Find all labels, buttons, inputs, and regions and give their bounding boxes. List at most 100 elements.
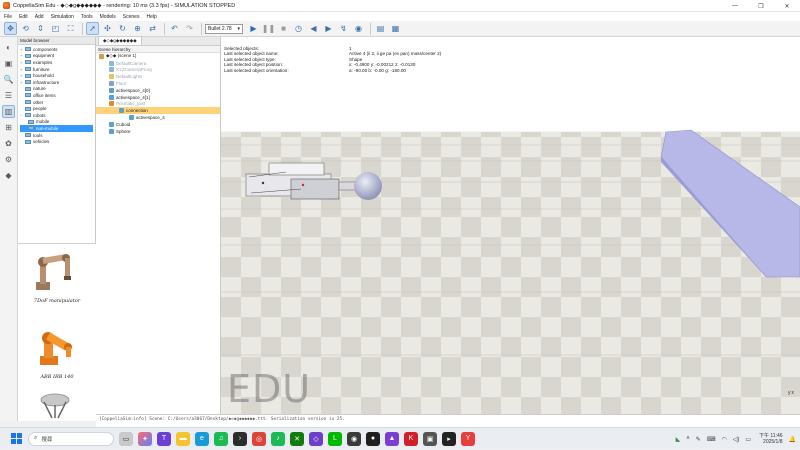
pen-icon[interactable]: ✎ [696, 436, 701, 443]
coppeliasim-taskbar-icon[interactable]: Y [461, 431, 475, 446]
scripts-icon[interactable]: ⚙ [2, 153, 15, 166]
camera-angle-icon[interactable]: ◰ [49, 22, 62, 35]
object-properties-icon[interactable]: ▥ [2, 105, 15, 118]
simulation-settings-icon[interactable]: ◐ [2, 41, 15, 54]
model-folder-people[interactable]: people [20, 105, 93, 112]
model-folder-nature[interactable]: nature [20, 86, 93, 93]
model-folder-household[interactable]: + household [20, 72, 93, 79]
shapes-icon[interactable]: ◆ [2, 169, 15, 182]
layers-icon[interactable]: ☰ [2, 89, 15, 102]
volume-icon[interactable]: ◁) [733, 436, 740, 443]
menu-models[interactable]: Models [100, 14, 116, 20]
scene-item[interactable]: Sphere [96, 128, 220, 135]
scene-tab[interactable]: ◆◇◆g◆◆◆◆◆◆ [98, 36, 142, 45]
scene-item[interactable]: DefaultLights [96, 73, 220, 80]
edge-icon[interactable]: e [195, 431, 209, 446]
model-folder-non-mobile[interactable]: non-mobile [20, 125, 93, 132]
scene-hierarchy-toggle-icon[interactable]: 🔍 [2, 73, 15, 86]
terminal-icon[interactable]: › [233, 431, 247, 446]
copilot-icon[interactable]: ✦ [138, 431, 152, 446]
model-folder-examples[interactable]: + examples [20, 59, 93, 66]
assemble-icon[interactable]: ⊕ [131, 22, 144, 35]
command-prompt-icon[interactable]: ▸ [442, 431, 456, 446]
model-folder-robots[interactable]: − robots [20, 112, 93, 119]
3d-viewport[interactable]: Selected objects: 1 Last selected object … [221, 37, 800, 414]
kk-app-icon[interactable]: K [404, 431, 418, 446]
scene-item[interactable]: Prismatic_joint [96, 101, 220, 108]
chrome-icon[interactable]: ◎ [252, 431, 266, 446]
thread-rendering-icon[interactable]: ↯ [337, 22, 350, 35]
maximize-button[interactable]: ❐ [748, 0, 774, 12]
camera-pan-icon[interactable]: ✥ [4, 22, 17, 35]
undo-icon[interactable]: ↶ [168, 22, 181, 35]
model-folder-other[interactable]: other [20, 99, 93, 106]
taskbar-clock[interactable]: 下午 11:46 2025/1/8 [759, 433, 783, 445]
scene-item-selected[interactable]: connection [96, 107, 220, 115]
model-browser-toggle-icon[interactable]: ▣ [2, 57, 15, 70]
model-folder-equipment[interactable]: + equipment [20, 53, 93, 60]
line-icon[interactable]: L [328, 431, 342, 446]
scene-item[interactable]: activespace_4[0] [96, 87, 220, 94]
scene-item[interactable]: XYZCameraProxy [96, 67, 220, 74]
menu-simulation[interactable]: Simulation [51, 14, 74, 20]
transfer-dna-icon[interactable]: ⇄ [146, 22, 159, 35]
camera-shift-icon[interactable]: ⇕ [34, 22, 47, 35]
fit-to-view-icon[interactable]: ⛶ [64, 22, 77, 35]
model-folder-tools[interactable]: tools [20, 132, 93, 139]
task-view-icon[interactable]: ▭ [119, 431, 133, 446]
abb-irb-140-thumbnail[interactable] [28, 312, 83, 368]
scene-item[interactable]: Cuboid [96, 121, 220, 128]
menu-add[interactable]: Add [35, 14, 44, 20]
wifi-icon[interactable]: ◠ [721, 436, 726, 443]
faster-icon[interactable]: ▶ [322, 22, 335, 35]
app-window-icon[interactable]: ▣ [423, 431, 437, 446]
slower-icon[interactable]: ◀ [307, 22, 320, 35]
scene-item[interactable]: activespace_4[1] [96, 94, 220, 101]
keyboard-icon[interactable]: ⌨ [707, 436, 716, 443]
model-folder-components[interactable]: + components [20, 46, 93, 53]
battery-icon[interactable]: ▭ [745, 436, 751, 443]
notification-bell-icon[interactable]: 🔔 [789, 436, 796, 443]
object-rotate-icon[interactable]: ↻ [116, 22, 129, 35]
github-icon[interactable]: ● [366, 431, 380, 446]
click-select-icon[interactable]: ➚ [86, 22, 99, 35]
game-launcher-icon[interactable]: ▲ [385, 431, 399, 446]
scene-selector-icon[interactable]: ▦ [389, 22, 402, 35]
menu-edit[interactable]: Edit [19, 14, 28, 20]
toggle-visualization-icon[interactable]: ◉ [352, 22, 365, 35]
real-time-icon[interactable]: ◷ [292, 22, 305, 35]
object-translate-icon[interactable]: ✣ [101, 22, 114, 35]
model-folder-furniture[interactable]: + furniture [20, 66, 93, 73]
menu-file[interactable]: File [4, 14, 12, 20]
pause-simulation-icon[interactable]: ❚❚ [262, 22, 275, 35]
sphere[interactable] [354, 172, 382, 200]
scene-item[interactable]: Floor [96, 80, 220, 87]
minimize-button[interactable]: — [722, 0, 748, 12]
spotify-icon[interactable]: ♫ [214, 431, 228, 446]
7dof-manipulator-thumbnail[interactable] [28, 248, 83, 294]
chevron-up-icon[interactable]: ˄ [686, 436, 690, 442]
model-folder-vehicles[interactable]: vehicles [20, 138, 93, 145]
scene-item[interactable]: DefaultCamera [96, 60, 220, 67]
teams-icon[interactable]: T [157, 431, 171, 446]
network-status-icon[interactable]: ◣ [676, 436, 681, 443]
windows-start-icon[interactable] [11, 433, 22, 444]
camera-rotate-icon[interactable]: ⟲ [19, 22, 32, 35]
menu-tools[interactable]: Tools [81, 14, 93, 20]
model-folder-office-items[interactable]: office items [20, 92, 93, 99]
file-explorer-icon[interactable]: ▬ [176, 431, 190, 446]
redo-icon[interactable]: ↷ [183, 22, 196, 35]
taskbar-search-box[interactable]: ⌕ 搜尋 [28, 431, 114, 446]
visual-studio-icon[interactable]: ◇ [309, 431, 323, 446]
scene-item[interactable]: ◆◇◆ (scene 1) [96, 53, 220, 60]
start-simulation-icon[interactable]: ▶ [247, 22, 260, 35]
delta-robot-thumbnail[interactable] [28, 390, 83, 422]
xbox-icon[interactable]: ✕ [290, 431, 304, 446]
page-selector-icon[interactable]: ▤ [374, 22, 387, 35]
scene-item[interactable]: activespace_4 [96, 114, 220, 121]
model-folder-mobile[interactable]: mobile [20, 119, 93, 126]
physics-engine-select[interactable]: Bullet 2.78 ▾ [205, 23, 243, 34]
calculation-modules-icon[interactable]: ⊞ [2, 121, 15, 134]
steam-icon[interactable]: ◉ [347, 431, 361, 446]
menu-help[interactable]: Help [146, 14, 156, 20]
